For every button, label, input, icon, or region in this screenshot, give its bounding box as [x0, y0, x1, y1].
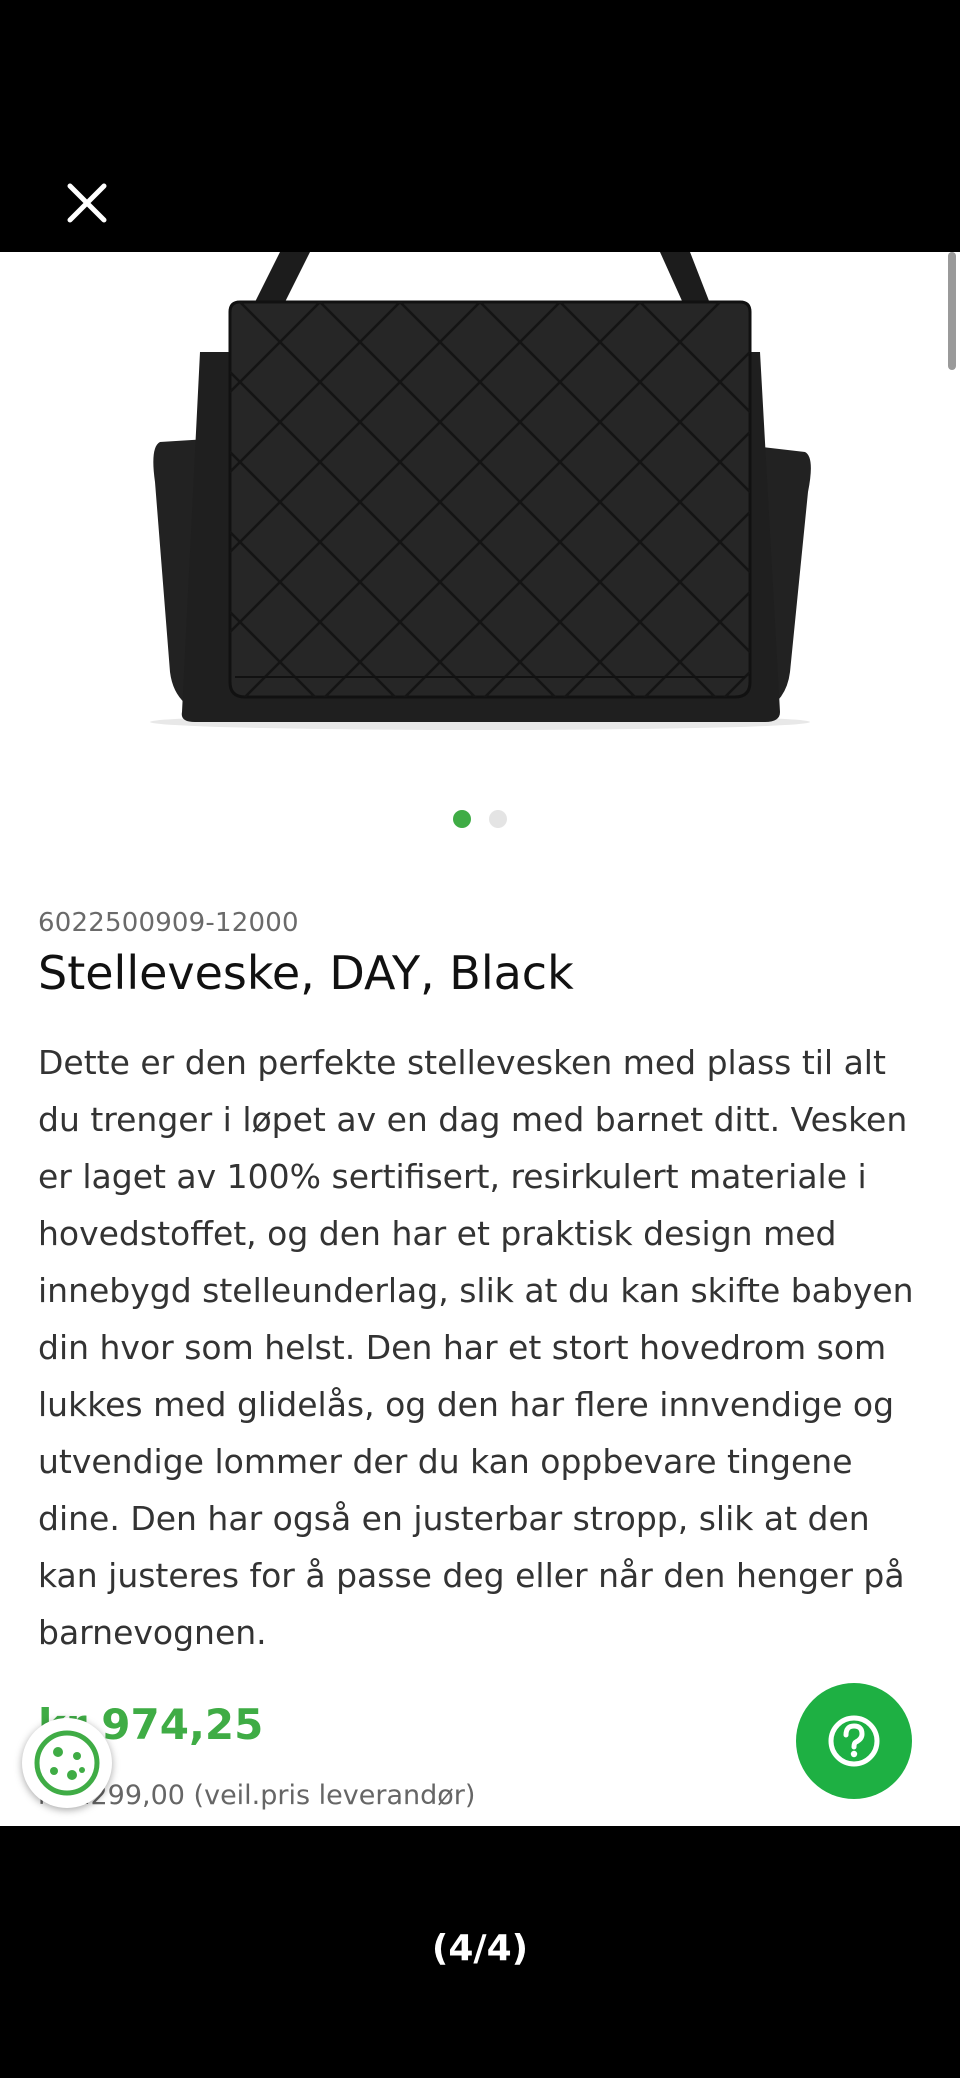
- quilted-changing-bag-image: [150, 252, 811, 730]
- product-sku: 6022500909-12000: [38, 908, 299, 938]
- cookie-icon: [34, 1730, 100, 1796]
- image-counter: (4/4): [431, 1928, 529, 1969]
- close-button[interactable]: [62, 178, 112, 228]
- cookie-settings-button[interactable]: [22, 1718, 112, 1808]
- viewer-top-bar: [0, 0, 960, 252]
- product-detail-sheet[interactable]: 6022500909-12000 Stelleveske, DAY, Black…: [0, 252, 960, 1826]
- carousel-dot-1[interactable]: [453, 810, 471, 828]
- help-question-icon: [828, 1715, 880, 1767]
- help-button[interactable]: [796, 1683, 912, 1799]
- product-image[interactable]: [140, 252, 820, 732]
- carousel-dot-2[interactable]: [489, 810, 507, 828]
- carousel-indicator: [0, 810, 960, 834]
- scrollbar[interactable]: [948, 252, 956, 370]
- close-icon: [67, 183, 107, 223]
- product-title: Stelleveske, DAY, Black: [38, 946, 574, 1000]
- product-description: Dette er den perfekte stellevesken med p…: [38, 1043, 914, 1652]
